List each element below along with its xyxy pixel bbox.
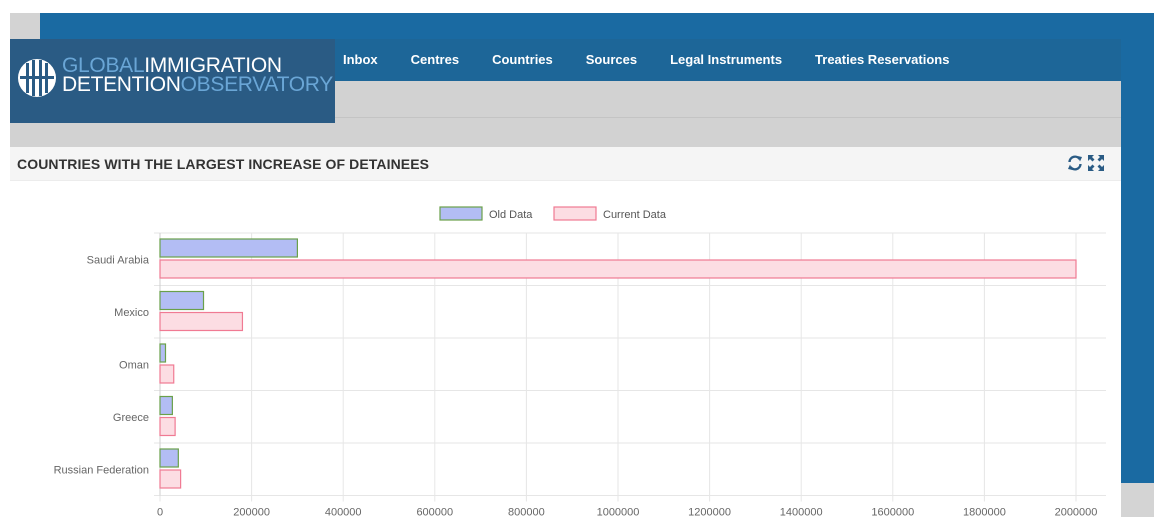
x-tick-label: 800000: [508, 507, 545, 517]
right-scroll-corner: [1121, 483, 1154, 517]
y-tick-label: Mexico: [114, 307, 149, 319]
window-top-strip: [0, 0, 1154, 13]
bar-old-russian-federation: [159, 448, 179, 468]
panel-body: 0 200000 400000 600000 800000 1000000 1200000 1…: [10, 181, 1121, 517]
nav-item-treaties-reservations[interactable]: Treaties Reservations: [815, 39, 949, 67]
x-tick-label: 0: [157, 507, 163, 517]
window-corner: [10, 13, 40, 39]
nav-item-countries[interactable]: Countries: [492, 39, 553, 67]
x-tick-label: 1400000: [780, 507, 823, 517]
x-tick-label: 600000: [416, 507, 453, 517]
x-tick-label: 1800000: [963, 507, 1006, 517]
bar-old-greece: [159, 395, 173, 416]
nav-menu: Inbox Centres Countries Sources Legal In…: [343, 39, 982, 81]
bar-current-saudi-arabia: [159, 259, 1077, 279]
panel-title: COUNTRIES WITH THE LARGEST INCREASE OF D…: [17, 156, 430, 172]
site-logo[interactable]: GLOBALIMMIGRATION DETENTIONOBSERVATORY: [10, 39, 335, 123]
x-tick-label: 2000000: [1055, 507, 1098, 517]
fullscreen-icon[interactable]: [1087, 154, 1105, 177]
nav-item-legal-instruments[interactable]: Legal Instruments: [670, 39, 782, 67]
window-top-bar: [40, 13, 1154, 39]
y-tick-label: Russian Federation: [54, 464, 149, 476]
horizontal-bar-chart: 0 200000 400000 600000 800000 1000000 1200000 1…: [54, 206, 1106, 517]
y-tick-label: Oman: [119, 359, 149, 371]
logo-observatory: OBSERVATORY: [180, 73, 334, 96]
legend-swatch-old: [439, 206, 483, 221]
panel-header: COUNTRIES WITH THE LARGEST INCREASE OF D…: [10, 147, 1121, 181]
bar-current-oman: [159, 364, 175, 384]
panel-tools: [1066, 154, 1105, 177]
refresh-icon[interactable]: [1066, 154, 1084, 177]
y-tick-label: Greece: [113, 412, 149, 424]
bar-old-mexico: [159, 290, 205, 311]
legend-label-old: Old Data: [489, 209, 533, 221]
x-tick-label: 200000: [233, 507, 270, 517]
x-tick-label: 1200000: [688, 507, 731, 517]
nav-item-sources[interactable]: Sources: [586, 39, 637, 67]
right-side-bar: [1121, 13, 1154, 483]
bar-current-russian-federation: [159, 469, 182, 489]
x-tick-label: 1000000: [597, 507, 640, 517]
legend-label-current: Current Data: [603, 209, 667, 221]
legend-swatch-current: [553, 206, 597, 221]
nav-item-centres[interactable]: Centres: [411, 39, 459, 67]
x-tick-label: 1600000: [871, 507, 914, 517]
y-tick-label: Saudi Arabia: [87, 254, 150, 266]
bar-old-oman: [159, 343, 167, 363]
nav-item-inbox[interactable]: Inbox: [343, 39, 378, 67]
x-tick-label: 400000: [325, 507, 362, 517]
bar-current-mexico: [159, 311, 244, 332]
bar-current-greece: [159, 416, 176, 437]
logo-detention: DETENTION: [62, 73, 181, 96]
bar-old-saudi-arabia: [159, 238, 298, 258]
globe-icon: [15, 56, 59, 105]
logo-wordmark: GLOBALIMMIGRATION DETENTIONOBSERVATORY: [62, 55, 334, 96]
